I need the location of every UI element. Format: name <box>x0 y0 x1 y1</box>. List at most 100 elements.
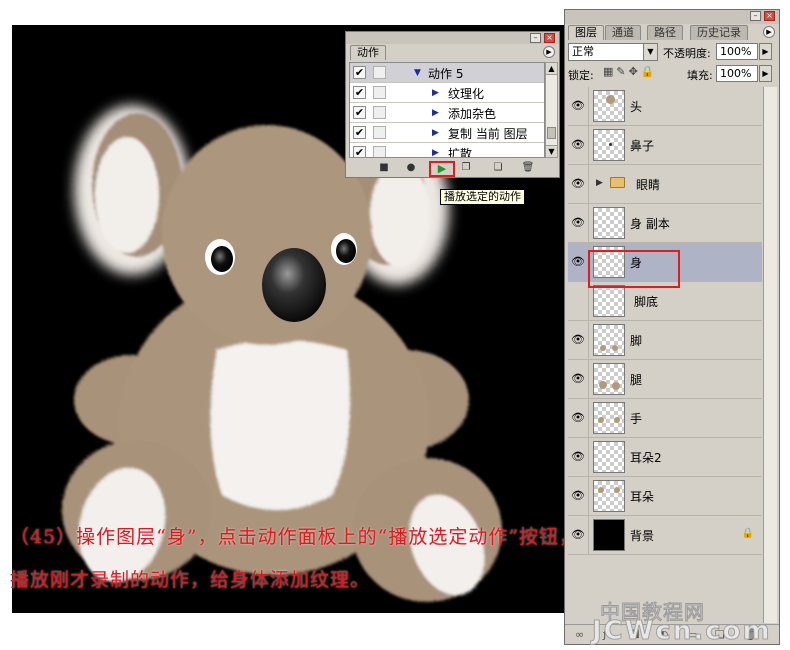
panel-menu-icon[interactable]: ▶ <box>543 46 555 58</box>
eye-icon[interactable]: 👁 <box>570 333 586 347</box>
new-action-icon[interactable]: ❏ <box>490 161 506 176</box>
layer-thumbnail <box>593 90 625 122</box>
expand-right-icon[interactable]: ▶ <box>432 88 439 98</box>
layer-name: 耳朵 <box>630 490 655 504</box>
selected-layer-highlight <box>588 250 680 288</box>
layer-row-head[interactable]: 👁 头 <box>568 87 762 126</box>
eye-icon[interactable]: 👁 <box>570 372 586 386</box>
layer-name: 脚 <box>630 334 643 348</box>
tab-layers[interactable]: 图层 <box>568 25 604 40</box>
actions-panel-titlebar[interactable]: – × <box>346 32 559 44</box>
dialog-toggle[interactable] <box>373 66 386 79</box>
layer-name: 背景 <box>630 529 655 543</box>
layer-thumbnail <box>593 129 625 161</box>
action-label: 复制 当前 图层 <box>448 127 528 141</box>
opacity-input[interactable]: 100% <box>716 43 758 60</box>
panel-menu-icon[interactable]: ▶ <box>763 26 775 38</box>
eye-icon[interactable]: 👁 <box>570 177 586 191</box>
play-selection-button[interactable]: ▶ <box>429 161 455 177</box>
watermark-en: JCWcn.com <box>592 616 772 647</box>
expand-right-icon[interactable]: ▶ <box>432 148 439 157</box>
tab-channels[interactable]: 通道 <box>605 25 641 40</box>
layer-row-legs[interactable]: 👁 腿 <box>568 360 762 399</box>
close-icon[interactable]: × <box>544 33 555 43</box>
eye-icon[interactable]: 👁 <box>570 216 586 230</box>
tab-paths[interactable]: 路径 <box>647 25 683 40</box>
opacity-slider-arrow-icon[interactable]: ▶ <box>759 43 772 60</box>
layer-name: 腿 <box>630 373 643 387</box>
eye-icon[interactable]: 👁 <box>570 450 586 464</box>
tab-actions[interactable]: 动作 <box>350 45 386 60</box>
dialog-toggle[interactable] <box>373 106 386 119</box>
layer-name: 身 副本 <box>630 217 670 231</box>
action-list-scrollbar[interactable]: ▲ ▼ <box>545 62 558 158</box>
action-label: 添加杂色 <box>448 107 497 121</box>
trash-icon[interactable]: 🗑 <box>520 161 536 176</box>
folder-icon <box>610 177 625 188</box>
layer-row-feet[interactable]: 👁 脚 <box>568 321 762 360</box>
layer-list-scrollbar[interactable] <box>763 87 777 623</box>
lock-all-icon[interactable]: 🔒 <box>641 65 658 78</box>
lock-paint-icon[interactable]: ✎ <box>616 65 628 78</box>
minimize-icon[interactable]: – <box>530 33 541 43</box>
layer-thumbnail <box>593 441 625 473</box>
action-set-row[interactable]: ✔ ▼ 动作 5 <box>350 63 544 83</box>
toggle-checkbox[interactable]: ✔ <box>353 106 366 119</box>
layer-name: 手 <box>630 412 643 426</box>
eye-icon[interactable]: 👁 <box>570 99 586 113</box>
action-step-row[interactable]: ✔ ▶ 复制 当前 图层 <box>350 123 544 143</box>
watermark: 中国教程网 JCWcn.com <box>592 596 771 647</box>
layer-row-ears2[interactable]: 👁 耳朵2 <box>568 438 762 477</box>
dialog-toggle[interactable] <box>373 146 386 157</box>
fill-slider-arrow-icon[interactable]: ▶ <box>759 65 772 82</box>
eye-icon[interactable]: 👁 <box>570 489 586 503</box>
dialog-toggle[interactable] <box>373 86 386 99</box>
layer-thumbnail <box>593 402 625 434</box>
scroll-thumb[interactable] <box>547 127 556 139</box>
actions-toolbar: ■ ● ▶ ❐ ❏ 🗑 <box>346 160 559 177</box>
scroll-up-icon[interactable]: ▲ <box>546 63 557 75</box>
link-icon[interactable]: ∞ <box>575 628 584 641</box>
fill-input[interactable]: 100% <box>716 65 758 82</box>
action-list: ✔ ▼ 动作 5 ✔ ▶ 纹理化 ✔ ▶ 添加杂色 ✔ ▶ 复制 当前 图层 ✔… <box>349 62 545 158</box>
expand-right-icon[interactable]: ▶ <box>432 108 439 118</box>
new-set-icon[interactable]: ❐ <box>458 161 474 176</box>
layer-thumbnail <box>593 285 625 317</box>
eye-icon[interactable]: 👁 <box>570 528 586 542</box>
action-step-row[interactable]: ✔ ▶ 添加杂色 <box>350 103 544 123</box>
layer-row-body-copy[interactable]: 👁 身 副本 <box>568 204 762 243</box>
layer-row-background[interactable]: 👁 背景 🔒 <box>568 516 762 555</box>
expand-right-icon[interactable]: ▶ <box>432 128 439 138</box>
toggle-checkbox[interactable]: ✔ <box>353 126 366 139</box>
fill-label: 填充: <box>687 69 713 82</box>
lock-transparency-icon[interactable]: ▦ <box>603 65 616 78</box>
lock-position-icon[interactable]: ✥ <box>629 65 641 78</box>
record-icon[interactable]: ● <box>403 161 419 176</box>
dialog-toggle[interactable] <box>373 126 386 139</box>
action-step-row[interactable]: ✔ ▶ 纹理化 <box>350 83 544 103</box>
layer-name: 耳朵2 <box>630 451 662 465</box>
layers-panel-titlebar[interactable]: – × <box>565 10 779 24</box>
blend-mode-select[interactable]: 正常 ▼ <box>568 43 658 61</box>
eye-icon[interactable]: 👁 <box>570 138 586 152</box>
expand-right-icon[interactable]: ▶ <box>596 178 603 188</box>
toggle-checkbox[interactable]: ✔ <box>353 146 366 157</box>
toggle-checkbox[interactable]: ✔ <box>353 86 366 99</box>
layer-thumbnail <box>593 480 625 512</box>
scroll-down-icon[interactable]: ▼ <box>546 145 557 157</box>
stop-icon[interactable]: ■ <box>376 161 392 176</box>
layer-row-hands[interactable]: 👁 手 <box>568 399 762 438</box>
expand-down-icon[interactable]: ▼ <box>414 68 421 78</box>
layer-row-ears[interactable]: 👁 耳朵 <box>568 477 762 516</box>
eye-icon[interactable]: 👁 <box>570 255 586 269</box>
eye-icon[interactable]: 👁 <box>570 411 586 425</box>
action-step-row[interactable]: ✔ ▶ 扩散 <box>350 143 544 157</box>
tab-history[interactable]: 历史记录 <box>690 25 748 40</box>
layer-row-nose[interactable]: 👁 鼻子 <box>568 126 762 165</box>
lock-icon: 🔒 <box>741 528 754 539</box>
lock-options[interactable]: ▦✎✥🔒 <box>603 65 658 78</box>
minimize-icon[interactable]: – <box>750 11 761 21</box>
toggle-checkbox[interactable]: ✔ <box>353 66 366 79</box>
close-icon[interactable]: × <box>764 11 775 21</box>
layer-row-eyes-group[interactable]: 👁 ▶ 眼睛 <box>568 165 762 204</box>
